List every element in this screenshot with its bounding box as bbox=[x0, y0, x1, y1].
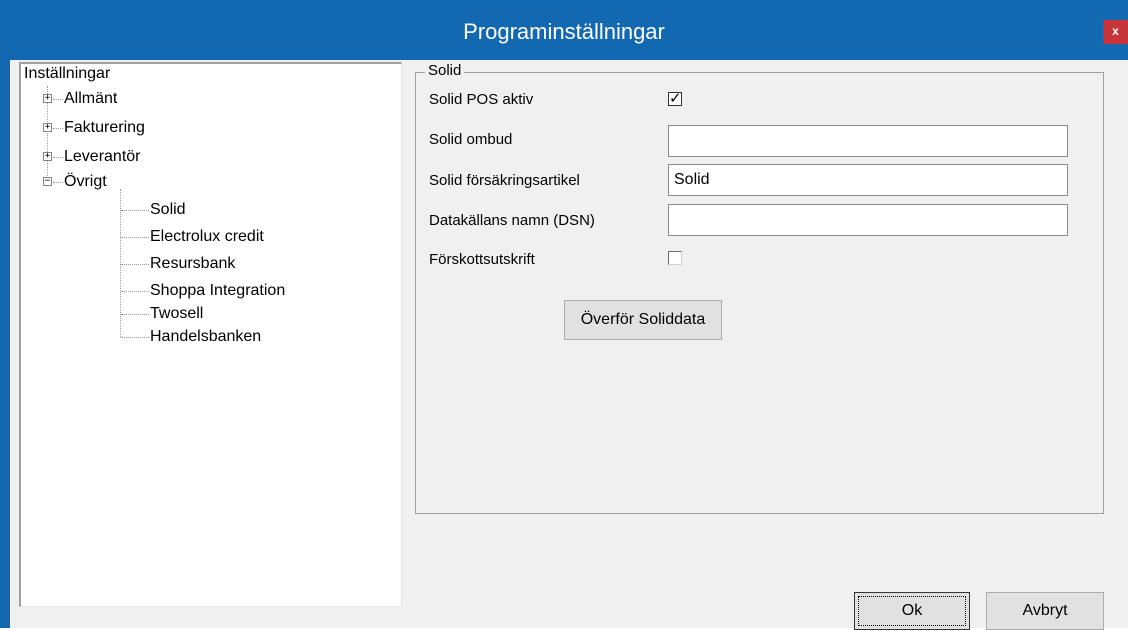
tree-item-resursbank[interactable]: Resursbank bbox=[150, 255, 235, 273]
solid-ombud-label: Solid ombud bbox=[429, 131, 513, 148]
collapse-icon[interactable]: − bbox=[43, 177, 52, 186]
forskottsutskrift-label: Förskottsutskrift bbox=[429, 251, 535, 268]
groupbox-title: Solid bbox=[425, 62, 465, 79]
solid-ombud-input[interactable] bbox=[668, 125, 1068, 157]
tree-root-label[interactable]: Inställningar bbox=[24, 65, 110, 83]
tree-item-electrolux-credit[interactable]: Electrolux credit bbox=[150, 228, 264, 246]
expand-icon[interactable]: + bbox=[43, 94, 52, 103]
tree-connector bbox=[121, 291, 149, 292]
tree-connector bbox=[121, 337, 149, 338]
close-icon: x bbox=[1112, 24, 1119, 38]
tree-item-solid[interactable]: Solid bbox=[150, 201, 186, 219]
tree-item-fakturering[interactable]: Fakturering bbox=[64, 119, 145, 137]
tree-item-twosell[interactable]: Twosell bbox=[150, 305, 203, 323]
window-title: Programinställningar bbox=[463, 19, 665, 44]
tree-item-leverantor[interactable]: Leverantör bbox=[64, 148, 141, 166]
tree-item-allmant[interactable]: Allmänt bbox=[64, 90, 117, 108]
close-button[interactable]: x bbox=[1103, 20, 1128, 44]
tree-item-shoppa-integration[interactable]: Shoppa Integration bbox=[150, 282, 285, 300]
tree-connector bbox=[53, 182, 63, 183]
settings-window: Programinställningar x Inställningar + A… bbox=[0, 0, 1128, 630]
tree-connector bbox=[121, 314, 149, 315]
cancel-button[interactable]: Avbryt bbox=[986, 592, 1104, 630]
tree-connector bbox=[53, 128, 63, 129]
expand-icon[interactable]: + bbox=[43, 152, 52, 161]
tree-item-ovrigt[interactable]: Övrigt bbox=[64, 173, 107, 191]
tree-connector bbox=[121, 264, 149, 265]
settings-tree[interactable]: Inställningar + Allmänt + Fakturering + … bbox=[19, 62, 402, 607]
checkmark-icon: ✓ bbox=[669, 89, 682, 107]
dsn-label: Datakällans namn (DSN) bbox=[429, 212, 595, 229]
ok-button[interactable]: Ok bbox=[854, 592, 970, 630]
solid-forsakringsartikel-input[interactable]: Solid bbox=[668, 164, 1068, 196]
cancel-label: Avbryt bbox=[1022, 602, 1068, 619]
tree-connector bbox=[121, 237, 149, 238]
dsn-input[interactable] bbox=[668, 204, 1068, 236]
forskottsutskrift-checkbox[interactable] bbox=[668, 251, 682, 265]
transfer-soliddata-button[interactable]: Överför Soliddata bbox=[564, 300, 722, 340]
tree-item-handelsbanken[interactable]: Handelsbanken bbox=[150, 328, 261, 346]
transfer-soliddata-label: Överför Soliddata bbox=[580, 311, 706, 328]
tree-connector bbox=[121, 210, 149, 211]
tree-connector bbox=[53, 99, 63, 100]
focus-rectangle bbox=[858, 596, 966, 626]
title-bar: Programinställningar x bbox=[0, 0, 1128, 60]
solid-pos-aktiv-label: Solid POS aktiv bbox=[429, 91, 534, 108]
solid-pos-aktiv-checkbox[interactable]: ✓ bbox=[668, 89, 682, 107]
expand-icon[interactable]: + bbox=[43, 123, 52, 132]
tree-connector bbox=[53, 157, 63, 158]
solid-forsakringsartikel-label: Solid försäkringsartikel bbox=[429, 172, 580, 189]
